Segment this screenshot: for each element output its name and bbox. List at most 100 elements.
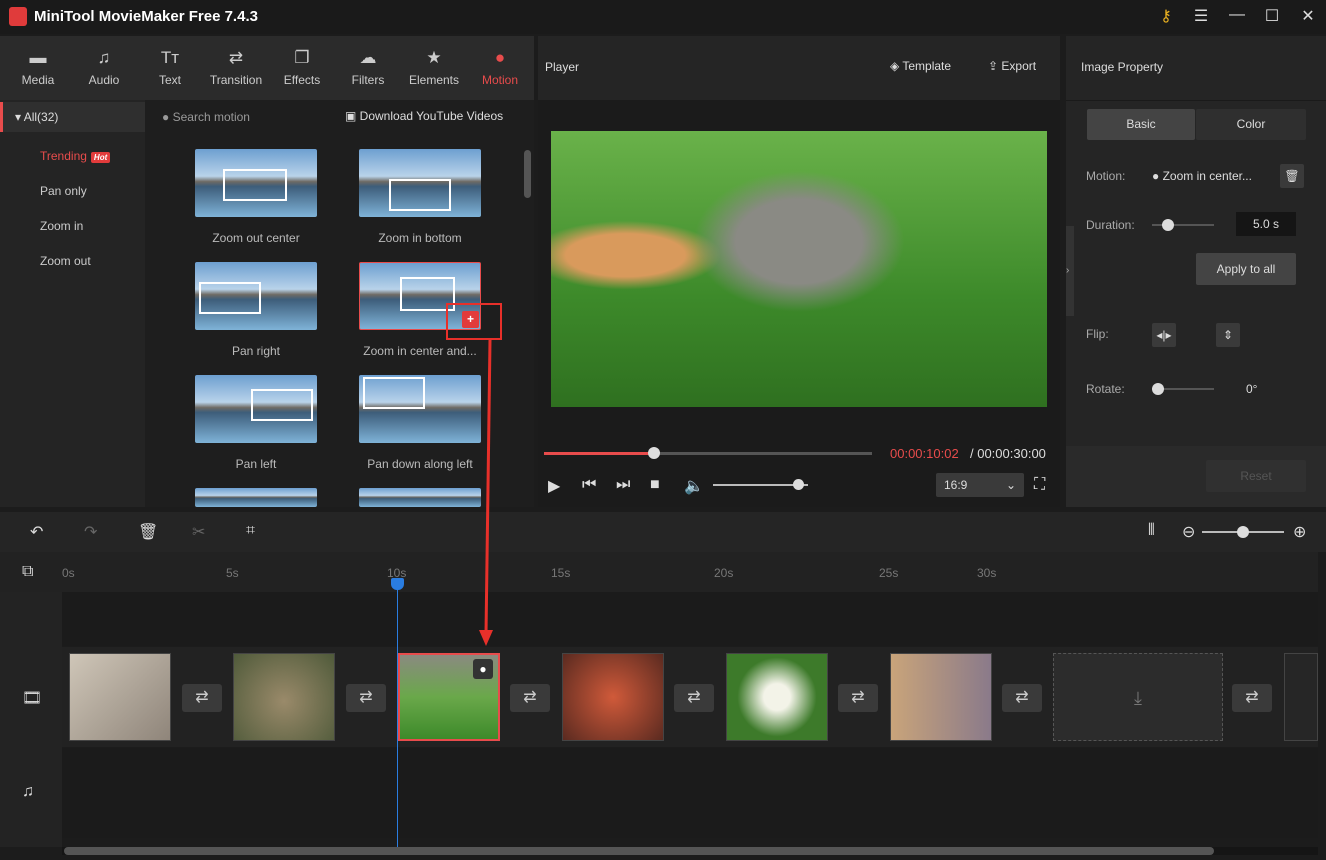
play-button[interactable]: ▶ [548, 476, 560, 496]
transition-slot[interactable]: ⇄ [1002, 684, 1042, 712]
transition-slot[interactable]: ⇄ [182, 684, 222, 712]
volume-slider[interactable] [713, 479, 808, 490]
timeline-clip[interactable] [890, 653, 992, 741]
category-zoom-in[interactable]: Zoom in [40, 219, 83, 233]
redo-button[interactable]: ↷ [84, 522, 97, 542]
motion-thumbnail[interactable] [359, 149, 481, 217]
transition-slot[interactable]: ⇄ [346, 684, 386, 712]
previous-frame-button[interactable]: ⏮ [582, 476, 596, 494]
duration-input[interactable]: 5.0 s [1236, 212, 1296, 236]
divider [1066, 100, 1326, 101]
category-all[interactable]: ▾ All(32) [0, 102, 145, 132]
property-title: Image Property [1081, 60, 1164, 74]
minimize-button[interactable]: — [1225, 6, 1249, 28]
audio-track[interactable] [62, 748, 1318, 838]
collapse-panel-handle[interactable]: › [1066, 226, 1074, 316]
timeline-ruler[interactable] [0, 552, 1318, 592]
tab-media[interactable]: ▬ Media [5, 36, 71, 100]
timeline-clip[interactable] [233, 653, 335, 741]
tab-color[interactable]: Color [1196, 109, 1306, 140]
flip-horizontal-button[interactable]: ◂|▸ [1152, 323, 1176, 347]
volume-icon[interactable]: 🔈 [684, 476, 704, 496]
download-youtube-button[interactable]: ▣ Download YouTube Videos [345, 109, 503, 123]
timeline-clip[interactable] [726, 653, 828, 741]
progress-handle[interactable] [647, 447, 660, 459]
motion-thumbnail[interactable] [195, 149, 317, 217]
motion-icon: ● [494, 48, 506, 67]
split-button[interactable]: ✂ [192, 522, 205, 542]
scrollbar-thumb[interactable] [64, 847, 1214, 855]
undo-button[interactable]: ↶ [30, 522, 43, 542]
crop-button[interactable]: ⌗ [246, 522, 255, 540]
motion-label: Motion: [1086, 169, 1126, 183]
category-pan-only[interactable]: Pan only [40, 184, 87, 198]
stop-button[interactable]: ■ [650, 476, 660, 494]
clip-partial[interactable] [1284, 653, 1318, 741]
title-bar: MiniTool MovieMaker Free 7.4.3 ⚷ ☰ — ☐ ✕ [0, 0, 1326, 34]
duration-handle[interactable] [1162, 219, 1174, 231]
zoom-in-button[interactable]: ⊕ [1293, 522, 1306, 542]
volume-handle[interactable] [792, 479, 804, 490]
progress-bar[interactable] [544, 447, 872, 459]
timeline-zoom-slider[interactable] [1202, 526, 1284, 538]
motion-value: ● Zoom in center... [1152, 169, 1252, 183]
ruler-tick: 20s [714, 566, 734, 580]
tab-filters[interactable]: ☁ Filters [335, 36, 401, 100]
playhead-handle[interactable] [391, 578, 404, 590]
category-trending[interactable]: Trending Hot [40, 149, 111, 163]
reset-button[interactable]: Reset [1206, 460, 1306, 492]
close-button[interactable]: ✕ [1296, 6, 1320, 28]
motion-thumbnail[interactable] [359, 488, 481, 507]
motion-icon: ● [1152, 169, 1160, 183]
search-motion-input[interactable]: ● Search motion [162, 110, 250, 124]
scrollbar[interactable] [524, 150, 531, 198]
tab-elements[interactable]: ★ Elements [401, 36, 467, 100]
tab-text[interactable]: Tт Text [137, 36, 203, 100]
playhead[interactable] [391, 578, 404, 848]
export-button[interactable]: ⇪ Export [988, 59, 1036, 73]
maximize-button[interactable]: ☐ [1260, 6, 1284, 28]
app-title: MiniTool MovieMaker Free 7.4.3 [34, 8, 258, 25]
aspect-ratio-select[interactable]: 16:9 ⌄ [936, 473, 1024, 497]
tab-effects[interactable]: ❐ Effects [269, 36, 335, 100]
drop-media-placeholder[interactable]: ⤓ [1053, 653, 1223, 741]
zoom-handle[interactable] [1237, 526, 1249, 538]
motion-thumbnail[interactable] [359, 375, 481, 443]
transition-slot[interactable]: ⇄ [674, 684, 714, 712]
add-track-icon[interactable]: ⧉ [22, 563, 33, 581]
transition-slot[interactable]: ⇄ [510, 684, 550, 712]
transition-slot[interactable]: ⇄ [1232, 684, 1272, 712]
motion-label: Zoom out center [212, 231, 300, 245]
key-icon[interactable]: ⚷ [1154, 6, 1178, 28]
category-zoom-out[interactable]: Zoom out [40, 254, 91, 268]
tab-transition[interactable]: ⇄ Transition [203, 36, 269, 100]
motion-label: Pan right [231, 344, 281, 358]
timeline-clip[interactable] [562, 653, 664, 741]
motion-thumbnail[interactable] [195, 488, 317, 507]
apply-to-all-button[interactable]: Apply to all [1196, 253, 1296, 285]
delete-motion-button[interactable]: 🗑 [1280, 164, 1304, 188]
template-button[interactable]: ◈ Template [890, 59, 951, 73]
tab-motion[interactable]: ● Motion [467, 36, 533, 100]
duration-slider[interactable] [1152, 219, 1214, 231]
motion-name: Zoom in center... [1162, 169, 1252, 183]
menu-icon[interactable]: ☰ [1189, 6, 1213, 28]
rotate-slider[interactable] [1152, 383, 1214, 395]
horizontal-scrollbar[interactable] [62, 847, 1318, 855]
rotate-handle[interactable] [1152, 383, 1164, 395]
overlay-track[interactable] [62, 592, 1318, 646]
fit-timeline-icon[interactable]: ⫴ [1148, 522, 1155, 540]
fullscreen-button[interactable]: ⛶ [1034, 476, 1045, 494]
tab-audio[interactable]: ♫ Audio [71, 36, 137, 100]
motion-thumbnail[interactable] [195, 375, 317, 443]
transition-slot[interactable]: ⇄ [838, 684, 878, 712]
flip-vertical-button[interactable]: ⇕ [1216, 323, 1240, 347]
delete-button[interactable]: 🗑 [138, 522, 158, 542]
zoom-out-button[interactable]: ⊖ [1182, 522, 1195, 542]
timeline-clip[interactable]: ● [398, 653, 500, 741]
tab-basic[interactable]: Basic [1087, 109, 1195, 140]
timeline-clip[interactable] [69, 653, 171, 741]
tab-label: Motion [481, 73, 519, 87]
next-frame-button[interactable]: ⏭ [616, 476, 630, 494]
motion-thumbnail[interactable] [195, 262, 317, 330]
